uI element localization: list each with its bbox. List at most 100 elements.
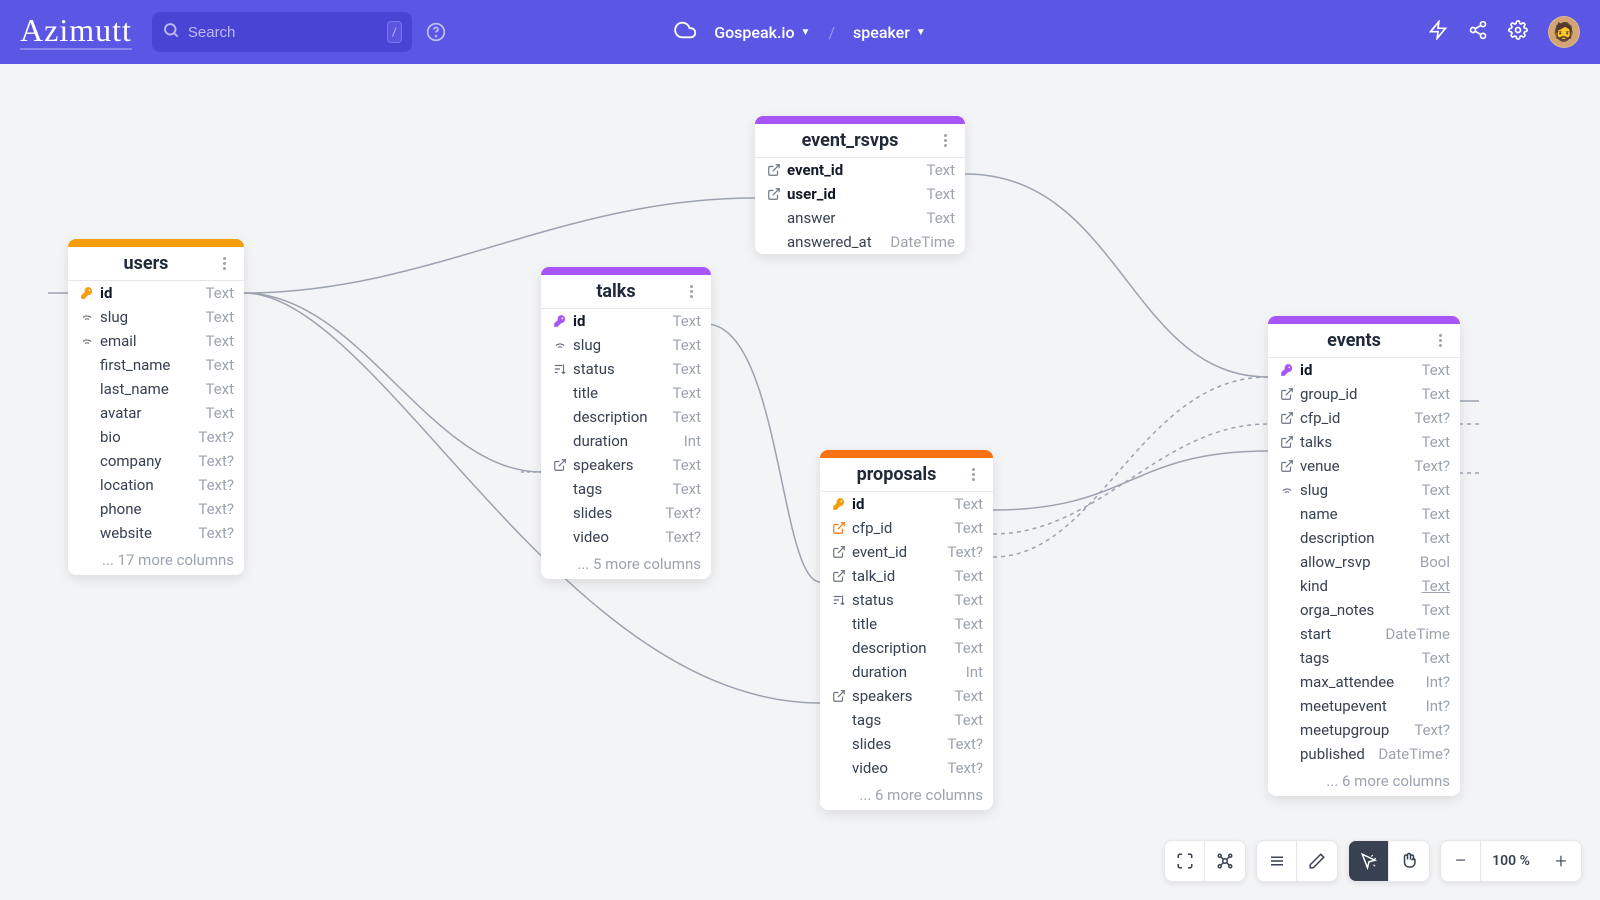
column-icon bbox=[830, 521, 848, 535]
column-type: Text bbox=[1421, 601, 1450, 619]
zoom-out-button[interactable]: − bbox=[1441, 841, 1481, 881]
column-row[interactable]: first_nameText bbox=[68, 353, 244, 377]
column-name: kind bbox=[1300, 577, 1409, 595]
share-icon[interactable] bbox=[1468, 20, 1488, 44]
column-row[interactable]: kindText bbox=[1268, 574, 1460, 598]
menu-button[interactable] bbox=[1257, 841, 1297, 881]
column-row[interactable]: answered_atDateTime bbox=[755, 230, 965, 254]
column-row[interactable]: event_idText bbox=[755, 158, 965, 182]
column-row[interactable]: max_attendeeInt? bbox=[1268, 670, 1460, 694]
column-row[interactable]: emailText bbox=[68, 329, 244, 353]
column-row[interactable]: idText bbox=[541, 309, 711, 333]
column-row[interactable]: tagsText bbox=[541, 477, 711, 501]
table-menu-button[interactable] bbox=[935, 134, 955, 147]
column-row[interactable]: tagsText bbox=[820, 708, 993, 732]
column-row[interactable]: speakersText bbox=[541, 453, 711, 477]
column-type: Text? bbox=[198, 524, 234, 542]
column-row[interactable]: meetupgroupText? bbox=[1268, 718, 1460, 742]
fit-view-button[interactable] bbox=[1165, 841, 1205, 881]
column-row[interactable]: slugText bbox=[68, 305, 244, 329]
column-type: Text bbox=[954, 495, 983, 513]
table-users[interactable]: users idTextslugTextemailTextfirst_nameT… bbox=[68, 239, 244, 575]
column-row[interactable]: meetupeventInt? bbox=[1268, 694, 1460, 718]
gear-icon[interactable] bbox=[1508, 20, 1528, 44]
column-row[interactable]: locationText? bbox=[68, 473, 244, 497]
column-row[interactable]: descriptionText bbox=[1268, 526, 1460, 550]
column-row[interactable]: orga_notesText bbox=[1268, 598, 1460, 622]
table-events[interactable]: events idTextgroup_idTextcfp_idText?talk… bbox=[1268, 316, 1460, 796]
table-event-rsvps[interactable]: event_rsvps event_idTextuser_idTextanswe… bbox=[755, 116, 965, 254]
table-talks[interactable]: talks idTextslugTextstatusTexttitleTextd… bbox=[541, 267, 711, 579]
project-dropdown[interactable]: Gospeak.io▼ bbox=[714, 23, 810, 42]
column-row[interactable]: companyText? bbox=[68, 449, 244, 473]
column-row[interactable]: websiteText? bbox=[68, 521, 244, 545]
column-row[interactable]: phoneText? bbox=[68, 497, 244, 521]
table-menu-button[interactable] bbox=[963, 468, 983, 481]
diagram-canvas[interactable]: users idTextslugTextemailTextfirst_nameT… bbox=[0, 64, 1600, 900]
column-row[interactable]: descriptionText bbox=[541, 405, 711, 429]
column-row[interactable]: cfp_idText? bbox=[1268, 406, 1460, 430]
pan-tool-button[interactable] bbox=[1389, 841, 1429, 881]
bolt-icon[interactable] bbox=[1428, 20, 1448, 44]
column-row[interactable]: talk_idText bbox=[820, 564, 993, 588]
column-row[interactable]: durationInt bbox=[541, 429, 711, 453]
column-row[interactable]: event_idText? bbox=[820, 540, 993, 564]
column-row[interactable]: cfp_idText bbox=[820, 516, 993, 540]
column-row[interactable]: idText bbox=[1268, 358, 1460, 382]
column-row[interactable]: slidesText? bbox=[541, 501, 711, 525]
table-proposals[interactable]: proposals idTextcfp_idTextevent_idText?t… bbox=[820, 450, 993, 810]
more-columns[interactable]: ... 6 more columns bbox=[1268, 766, 1460, 796]
column-row[interactable]: statusText bbox=[541, 357, 711, 381]
help-icon[interactable] bbox=[426, 22, 446, 42]
column-type: Text bbox=[954, 615, 983, 633]
column-row[interactable]: statusText bbox=[820, 588, 993, 612]
column-row[interactable]: nameText bbox=[1268, 502, 1460, 526]
search-box[interactable]: / bbox=[152, 12, 412, 52]
column-row[interactable]: tagsText bbox=[1268, 646, 1460, 670]
column-row[interactable]: titleText bbox=[541, 381, 711, 405]
column-row[interactable]: speakersText bbox=[820, 684, 993, 708]
zoom-in-button[interactable]: + bbox=[1541, 841, 1581, 881]
more-columns[interactable]: ... 5 more columns bbox=[541, 549, 711, 579]
select-tool-button[interactable] bbox=[1349, 841, 1389, 881]
avatar[interactable]: 🧔 bbox=[1548, 16, 1580, 48]
column-row[interactable]: videoText? bbox=[541, 525, 711, 549]
table-menu-button[interactable] bbox=[681, 285, 701, 298]
column-name: slides bbox=[573, 504, 653, 522]
column-row[interactable]: slidesText? bbox=[820, 732, 993, 756]
column-row[interactable]: videoText? bbox=[820, 756, 993, 780]
column-row[interactable]: slugText bbox=[541, 333, 711, 357]
column-row[interactable]: answerText bbox=[755, 206, 965, 230]
column-row[interactable]: slugText bbox=[1268, 478, 1460, 502]
column-row[interactable]: idText bbox=[820, 492, 993, 516]
column-icon bbox=[551, 314, 569, 328]
column-row[interactable]: venueText? bbox=[1268, 454, 1460, 478]
more-columns[interactable]: ... 6 more columns bbox=[820, 780, 993, 810]
table-color-bar bbox=[755, 116, 965, 124]
column-row[interactable]: titleText bbox=[820, 612, 993, 636]
column-row[interactable]: user_idText bbox=[755, 182, 965, 206]
table-menu-button[interactable] bbox=[214, 257, 234, 270]
column-name: answer bbox=[787, 209, 914, 227]
column-row[interactable]: talksText bbox=[1268, 430, 1460, 454]
column-type: Text bbox=[1421, 481, 1450, 499]
more-columns[interactable]: ... 17 more columns bbox=[68, 545, 244, 575]
column-row[interactable]: idText bbox=[68, 281, 244, 305]
column-row[interactable]: durationInt bbox=[820, 660, 993, 684]
column-row[interactable]: startDateTime bbox=[1268, 622, 1460, 646]
column-row[interactable]: avatarText bbox=[68, 401, 244, 425]
table-menu-button[interactable] bbox=[1430, 334, 1450, 347]
column-row[interactable]: bioText? bbox=[68, 425, 244, 449]
column-row[interactable]: last_nameText bbox=[68, 377, 244, 401]
layout-button[interactable] bbox=[1205, 841, 1245, 881]
edit-button[interactable] bbox=[1297, 841, 1337, 881]
brand-logo[interactable]: Azimutt bbox=[20, 14, 132, 50]
column-name: id bbox=[1300, 361, 1409, 379]
search-input[interactable] bbox=[188, 24, 387, 41]
layout-dropdown[interactable]: speaker▼ bbox=[853, 23, 926, 42]
column-row[interactable]: publishedDateTime? bbox=[1268, 742, 1460, 766]
column-name: duration bbox=[852, 663, 954, 681]
column-row[interactable]: allow_rsvpBool bbox=[1268, 550, 1460, 574]
column-row[interactable]: group_idText bbox=[1268, 382, 1460, 406]
column-row[interactable]: descriptionText bbox=[820, 636, 993, 660]
